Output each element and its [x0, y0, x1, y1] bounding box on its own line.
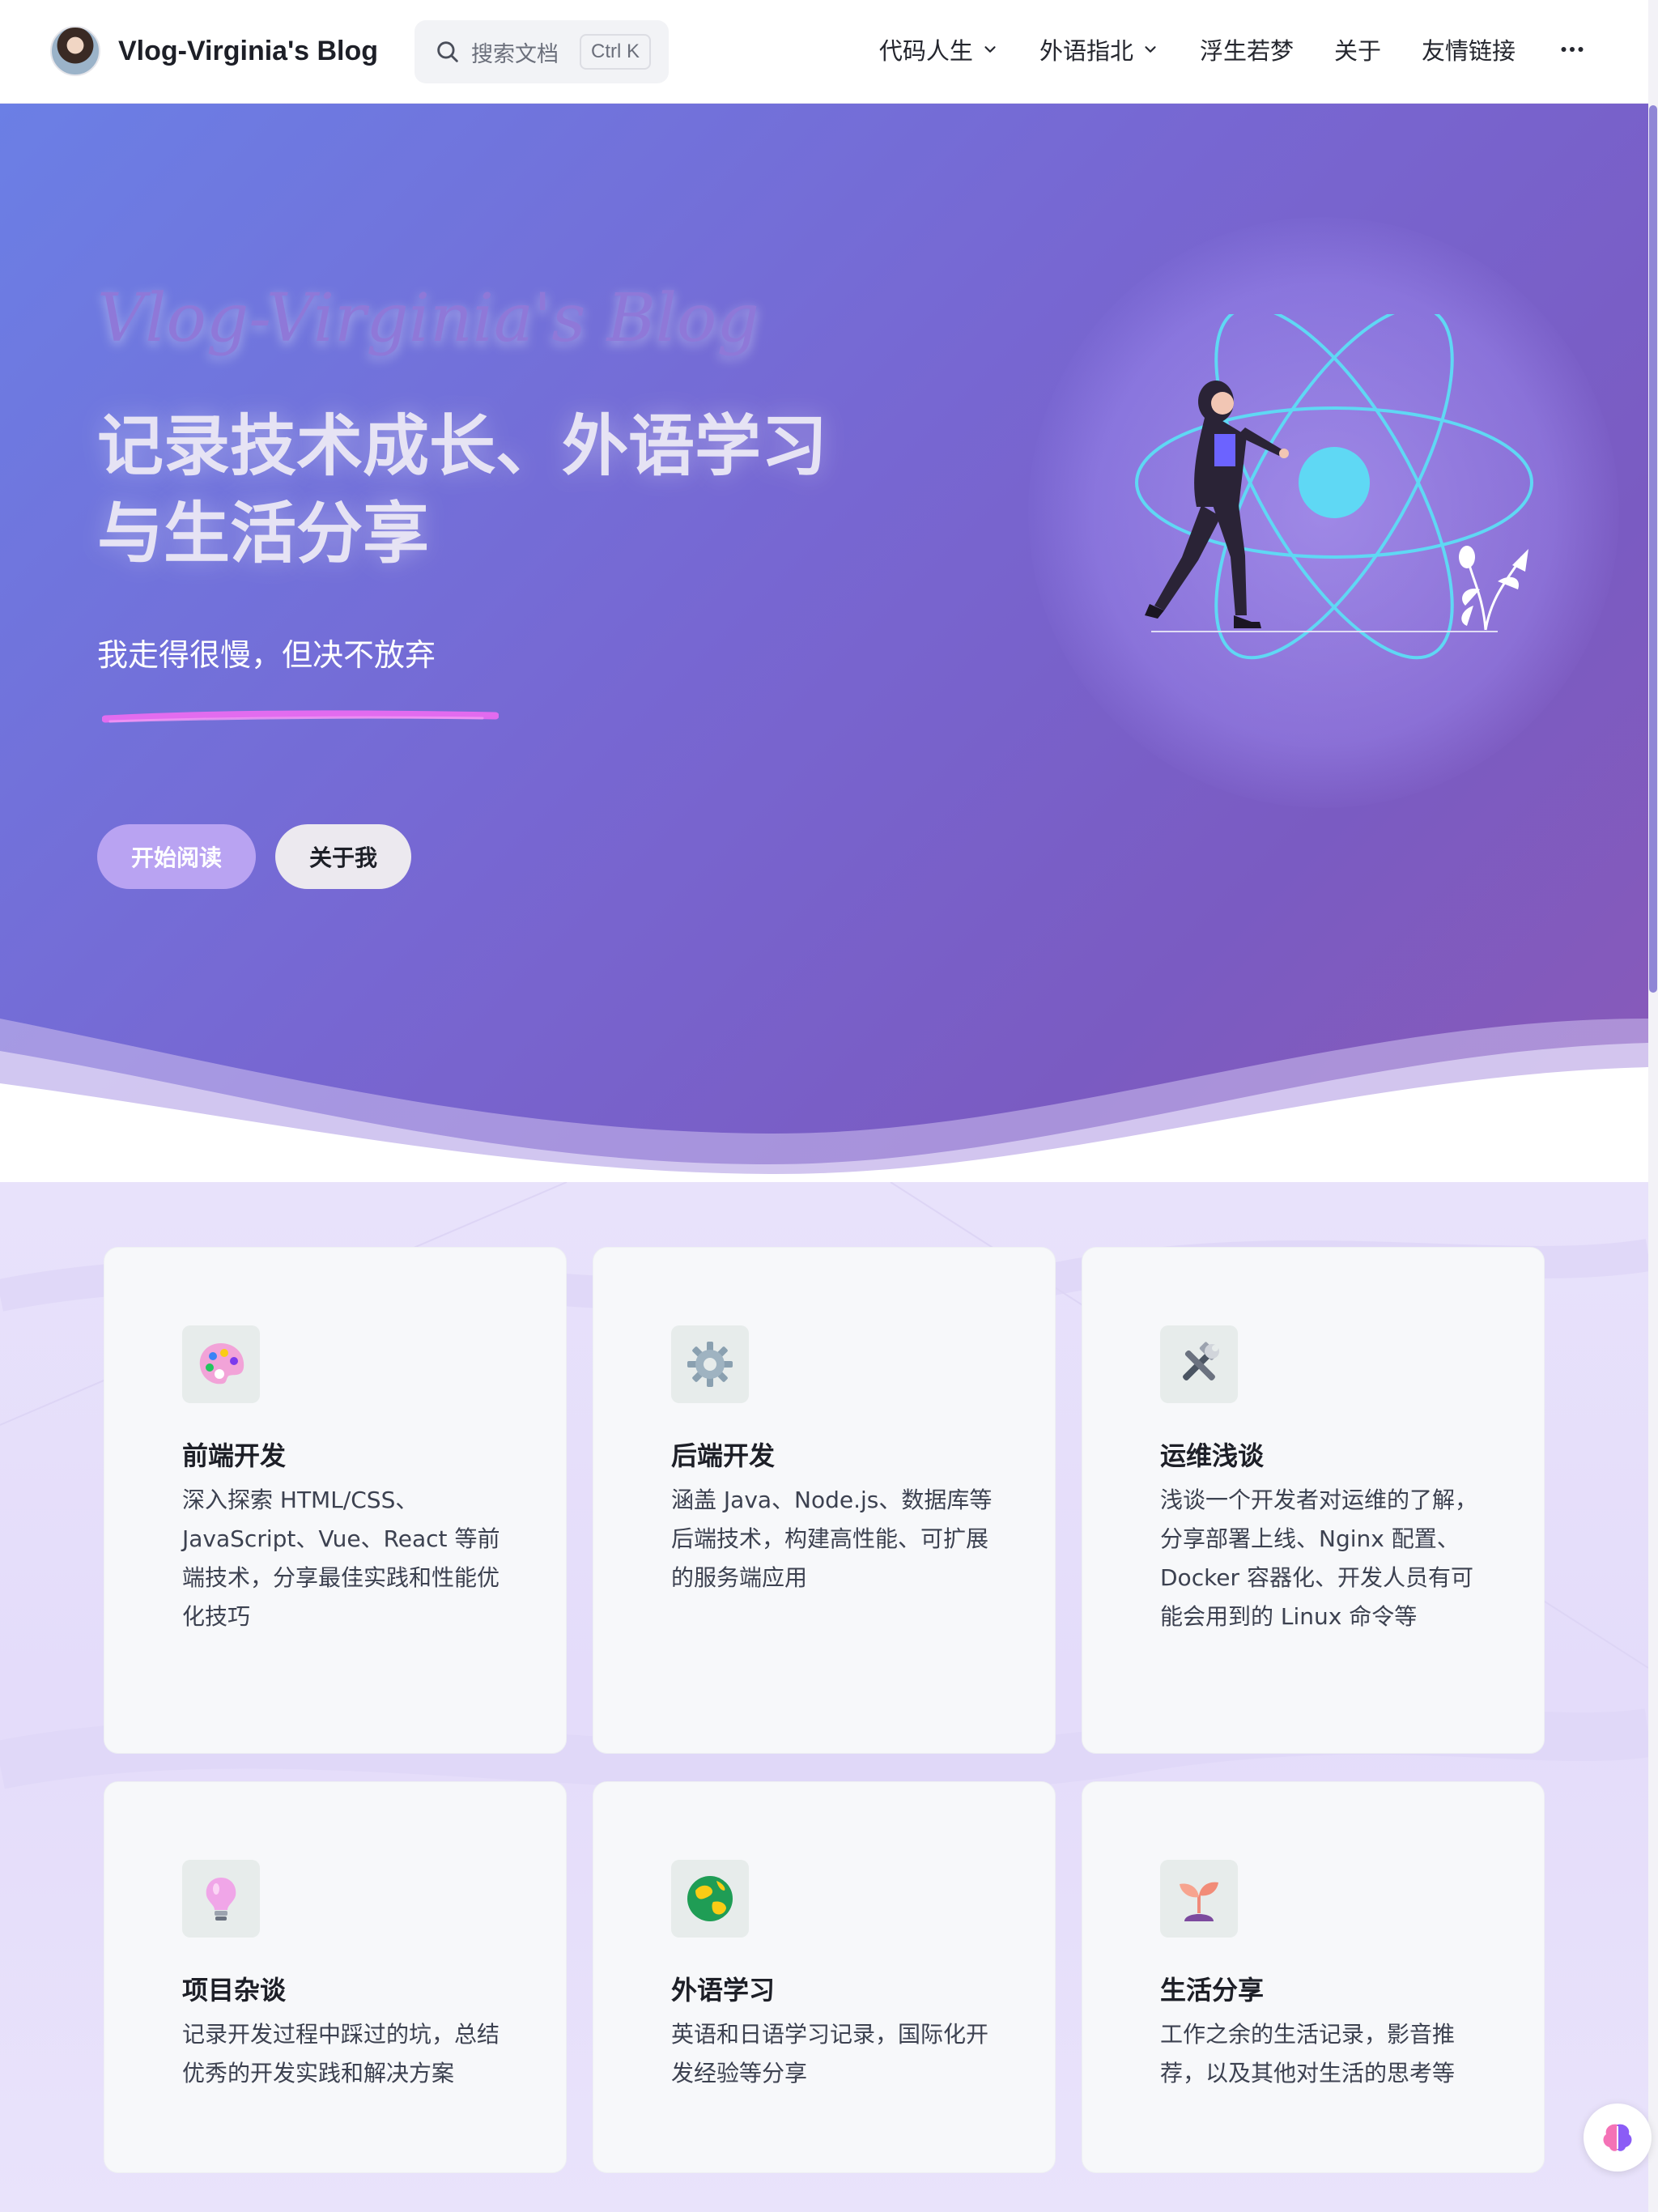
features-section: 前端开发 深入探索 HTML/CSS、JavaScript、Vue、React …	[0, 1182, 1648, 2212]
feature-card-title: 生活分享	[1160, 1975, 1265, 2006]
feature-card-projects[interactable]: 项目杂谈 记录开发过程中踩过的坑，总结优秀的开发实践和解决方案	[104, 1781, 567, 2173]
hammer-wrench-icon	[1160, 1325, 1238, 1403]
hero-brand-title: Vlog-Virginia's Blog	[97, 280, 759, 357]
hero-headline: 记录技术成长、外语学习 与生活分享	[97, 403, 891, 578]
chevron-down-icon	[1145, 46, 1156, 53]
scrollbar-thumb[interactable]	[1649, 105, 1657, 993]
nav-item-friend-links[interactable]: 友情链接	[1422, 32, 1516, 66]
feature-card-frontend[interactable]: 前端开发 深入探索 HTML/CSS、JavaScript、Vue、React …	[104, 1247, 567, 1754]
hero-headline-line1: 记录技术成长、外语学习	[97, 408, 828, 485]
feature-card-title: 前端开发	[182, 1440, 287, 1471]
about-me-button[interactable]: 关于我	[275, 824, 411, 889]
nav-item-label: 外语指北	[1039, 37, 1133, 65]
start-reading-button[interactable]: 开始阅读	[97, 824, 256, 889]
feature-card-title: 外语学习	[671, 1975, 776, 2006]
nav-item-language-guide[interactable]: 外语指北	[1039, 32, 1159, 66]
feature-card-backend[interactable]: 后端开发 涵盖 Java、Node.js、数据库等后端技术，构建高性能、可扩展的…	[593, 1247, 1056, 1754]
nav-item-about[interactable]: 关于	[1334, 32, 1381, 66]
woman-walking-atom-illustration	[1135, 314, 1533, 660]
search-placeholder: 搜索文档	[471, 41, 559, 67]
feature-card-title: 运维浅谈	[1160, 1440, 1265, 1471]
nav-item-label: 浮生若梦	[1199, 37, 1294, 65]
main-nav: 代码人生 外语指北 浮生若梦 关于 友情链接	[879, 32, 1587, 66]
light-bulb-icon	[182, 1860, 260, 1938]
feature-card-description: 涵盖 Java、Node.js、数据库等后端技术，构建高性能、可扩展的服务端应用	[671, 1487, 993, 1591]
brain-icon	[1603, 2124, 1632, 2151]
ai-assistant-button[interactable]	[1584, 2104, 1652, 2172]
top-navbar: Vlog-Virginia's Blog 搜索文档 Ctrl K 代码人生 外语…	[0, 0, 1648, 104]
nav-item-label: 友情链接	[1421, 37, 1516, 65]
hero-section: Vlog-Virginia's Blog 记录技术成长、外语学习 与生活分享 我…	[0, 104, 1648, 1182]
search-icon	[437, 41, 458, 62]
site-logo-link[interactable]: Vlog-Virginia's Blog	[50, 26, 378, 76]
search-button[interactable]: 搜索文档 Ctrl K	[414, 20, 669, 83]
feature-card-description: 浅谈一个开发者对运维的了解，分享部署上线、Nginx 配置、Docker 容器化…	[1160, 1487, 1478, 1630]
feature-card-languages[interactable]: 外语学习 英语和日语学习记录，国际化开发经验等分享	[593, 1781, 1056, 2173]
gear-icon	[671, 1325, 749, 1403]
more-horizontal-icon[interactable]	[1558, 35, 1587, 64]
site-title: Vlog-Virginia's Blog	[118, 35, 379, 66]
hero-tagline: 我走得很慢，但决不放弃	[97, 637, 436, 673]
nav-item-floating-life[interactable]: 浮生若梦	[1200, 32, 1294, 66]
nav-item-label: 关于	[1333, 37, 1381, 65]
feature-card-description: 英语和日语学习记录，国际化开发经验等分享	[671, 2021, 989, 2087]
search-shortcut-badge: Ctrl K	[580, 34, 651, 70]
feature-card-title: 后端开发	[671, 1440, 776, 1471]
feature-card-devops[interactable]: 运维浅谈 浅谈一个开发者对运维的了解，分享部署上线、Nginx 配置、Docke…	[1082, 1247, 1545, 1754]
hero-headline-line2: 与生活分享	[97, 496, 430, 572]
feature-card-description: 工作之余的生活记录，影音推荐，以及其他对生活的思考等	[1160, 2021, 1456, 2087]
globe-icon	[671, 1860, 749, 1938]
scrollbar-track[interactable]	[1648, 0, 1658, 2212]
nav-item-label: 代码人生	[878, 37, 973, 65]
feature-card-title: 项目杂谈	[182, 1975, 287, 2006]
feature-card-description: 深入探索 HTML/CSS、JavaScript、Vue、React 等前端技术…	[182, 1487, 500, 1630]
brush-underline	[102, 710, 499, 723]
feature-card-life[interactable]: 生活分享 工作之余的生活记录，影音推荐，以及其他对生活的思考等	[1082, 1781, 1545, 2173]
avatar	[50, 26, 100, 76]
chevron-down-icon	[984, 46, 996, 53]
seedling-icon	[1160, 1860, 1238, 1938]
hero-wave-divider	[0, 1019, 1648, 1182]
artist-palette-icon	[182, 1325, 260, 1403]
feature-card-description: 记录开发过程中踩过的坑，总结优秀的开发实践和解决方案	[182, 2021, 500, 2087]
nav-item-code-life[interactable]: 代码人生	[879, 32, 999, 66]
